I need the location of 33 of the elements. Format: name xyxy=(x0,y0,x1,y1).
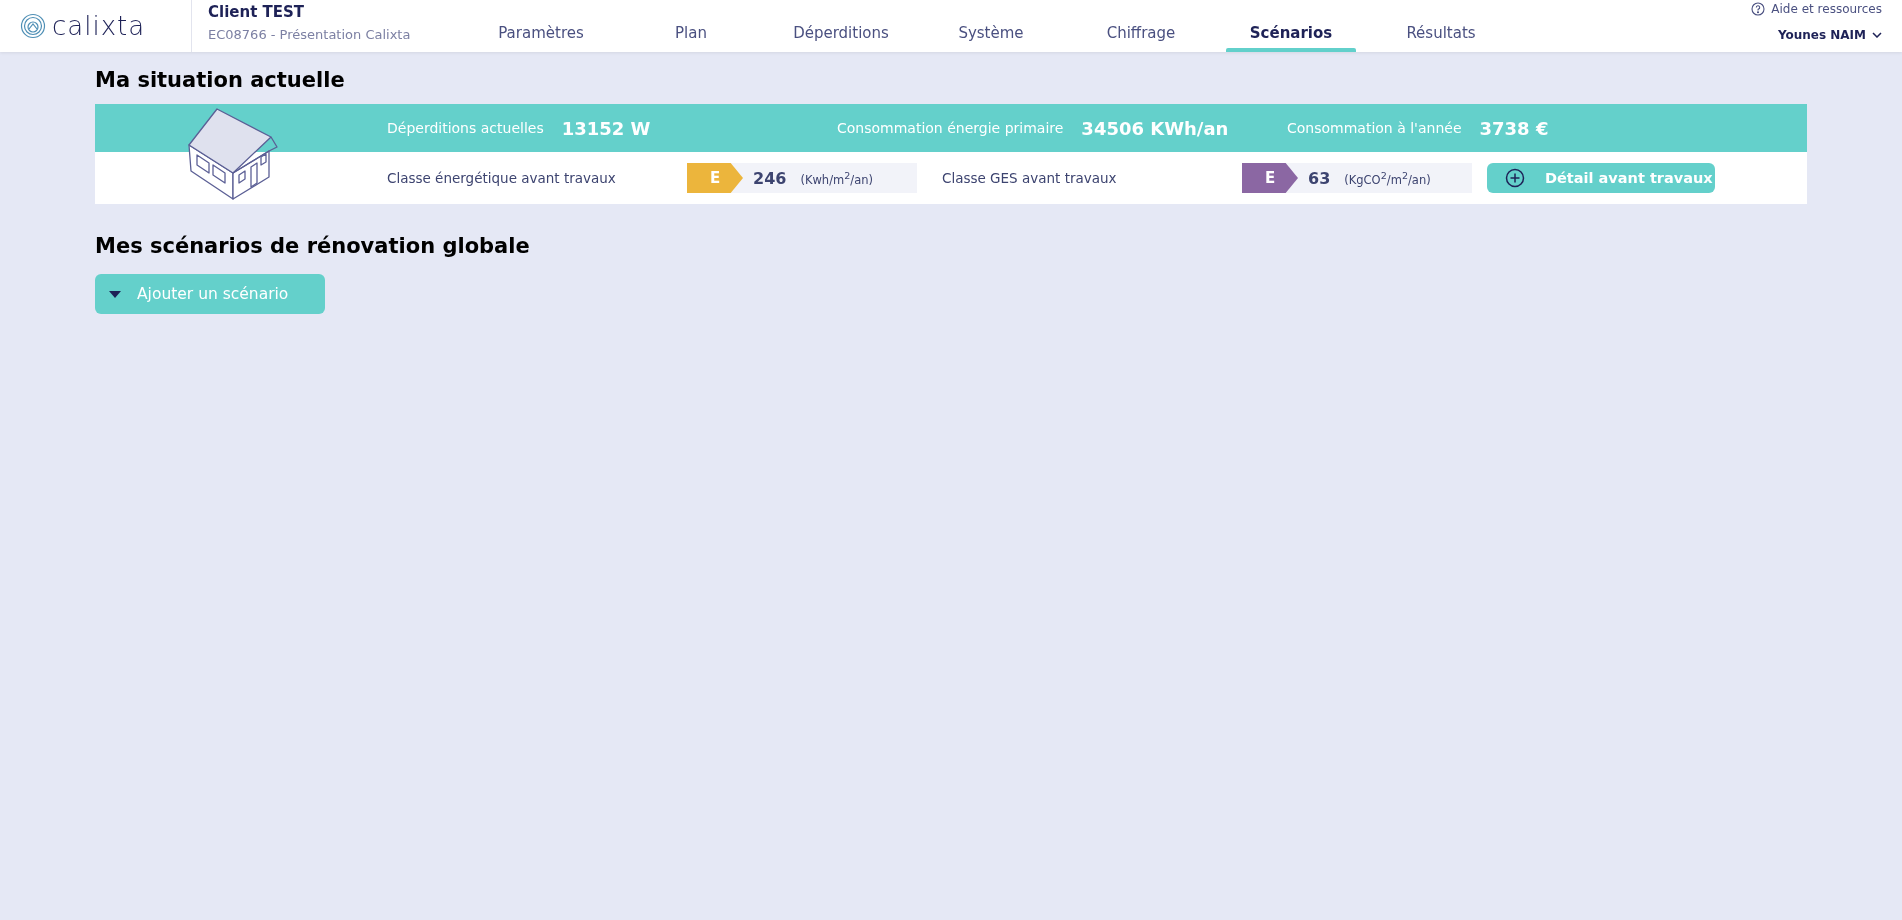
help-link[interactable]: Aide et ressources xyxy=(1751,2,1882,16)
class-label: Classe énergétique avant travaux xyxy=(387,170,617,186)
class-unit: (Kwh/m$^{2}$/an) xyxy=(800,169,874,187)
stat-value: 3738 € xyxy=(1479,117,1549,139)
plus-circle-icon xyxy=(1505,168,1525,188)
stat-value: 13152 W xyxy=(561,117,651,139)
class-label: Classe GES avant travaux xyxy=(942,170,1118,186)
nav-tab[interactable]: Déperditions xyxy=(766,0,916,52)
class-unit: (KgCO$^{2}$/m$^{2}$/an) xyxy=(1344,169,1431,187)
logo-icon xyxy=(20,13,46,39)
nav-tab[interactable]: Plan xyxy=(616,0,766,52)
class-value: 246 xyxy=(753,168,787,188)
stat-value: 34506 KWh/an xyxy=(1081,117,1229,139)
client-name: Client TEST xyxy=(208,3,306,21)
stat-label: Consommation énergie primaire xyxy=(837,120,1064,136)
grade-tag: E xyxy=(687,163,743,193)
nav-tab[interactable]: Chiffrage xyxy=(1066,0,1216,52)
nav-tab[interactable]: Résultats xyxy=(1366,0,1516,52)
grade-tag: E xyxy=(1242,163,1298,193)
nav-tab[interactable]: Système xyxy=(916,0,1066,52)
caret-down-icon xyxy=(109,290,121,298)
section-title: Mes scénarios de rénovation globale xyxy=(95,234,531,258)
stat-label: Consommation à l'année xyxy=(1287,120,1462,136)
user-menu[interactable]: Younes NAIM xyxy=(1777,28,1882,42)
section-title: Ma situation actuelle xyxy=(95,68,346,92)
logo-text: calixta xyxy=(52,11,146,41)
help-icon xyxy=(1751,2,1766,16)
nav-tab[interactable]: Paramètres xyxy=(466,0,616,52)
chevron-down-icon xyxy=(1872,32,1882,38)
nav-tab[interactable]: Scénarios xyxy=(1216,0,1366,52)
stat-label: Déperditions actuelles xyxy=(387,120,544,136)
class-value: 63 xyxy=(1308,168,1331,188)
project-name: EC08766 - Présentation Calixta xyxy=(208,27,412,42)
